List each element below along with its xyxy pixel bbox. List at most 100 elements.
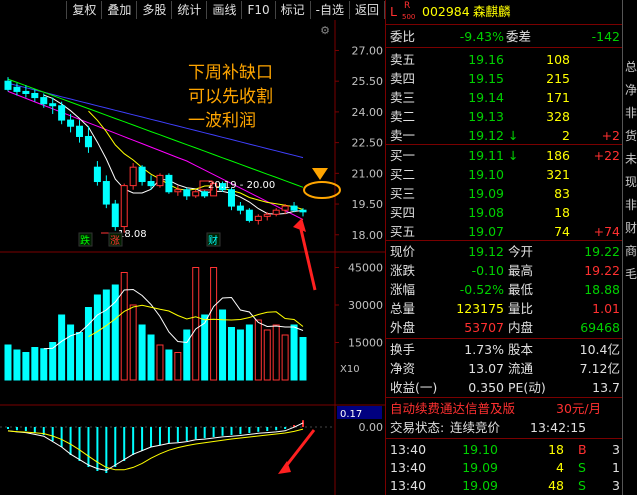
vol-axis-label: 15000 xyxy=(348,337,383,350)
toolbar-button-1[interactable]: 叠加 xyxy=(102,1,138,19)
header-l-flag: L xyxy=(390,4,397,19)
ask-change: +2 xyxy=(601,128,620,143)
stat-value: 19.22 xyxy=(584,263,620,278)
volume-bar xyxy=(76,332,84,381)
toolbar-button-4[interactable]: 画线 xyxy=(207,1,243,19)
stat-value: 1.01 xyxy=(592,301,620,316)
tick-price: 19.09 xyxy=(462,460,498,475)
tick-volume: 18 xyxy=(548,442,564,457)
toolbar-button-0[interactable]: 复权 xyxy=(67,1,103,19)
stat-label: 涨幅 xyxy=(390,282,416,297)
candle-body xyxy=(254,215,262,221)
stat-label: 外盘 xyxy=(390,320,416,335)
tick-side: S xyxy=(578,460,586,475)
volume-bar xyxy=(272,324,280,381)
stat2-label: 净资 xyxy=(390,361,416,376)
tick-row: 13:40 19.09 48 S 3 xyxy=(386,476,623,495)
toolbar-button-5[interactable]: F10 xyxy=(242,1,276,19)
panel-divider xyxy=(386,240,623,241)
stat2-row: 换手 1.73% 股本 10.4亿 xyxy=(386,340,623,359)
panel-divider xyxy=(386,338,623,339)
stock-name: 森麒麟 xyxy=(473,4,511,19)
stat-label: 最高 xyxy=(508,263,534,278)
bid-row: 买一 19.11 186 +22 ↓ xyxy=(386,146,623,165)
side-char: 非 xyxy=(625,106,637,120)
stat2-value: 0.350 xyxy=(468,380,504,395)
ask-row: 卖四 19.15 215 xyxy=(386,69,623,88)
volume-bar xyxy=(40,348,48,381)
ask-volume: 171 xyxy=(546,90,570,105)
toolbar-button-8[interactable]: 返回 xyxy=(350,1,385,19)
volume-bar xyxy=(210,267,218,381)
candle-body xyxy=(120,185,128,228)
down-arrow-icon: ↓ xyxy=(508,128,519,143)
weibi-row: 委比 -9.43% 委差 -142 xyxy=(386,27,623,46)
promo-row[interactable]: 自动续费通达信普及版 30元/月 xyxy=(386,399,623,418)
tick-price: 19.10 xyxy=(462,442,498,457)
stat-row: 现价 19.12 今开 19.22 xyxy=(386,242,623,261)
volume-bar xyxy=(290,324,298,381)
bid-volume: 186 xyxy=(546,148,570,163)
side-info-strip: 总净非货未现非财商毛 xyxy=(622,0,637,495)
side-char: 未 xyxy=(625,152,637,166)
volume-bar xyxy=(245,324,253,381)
volume-bar xyxy=(219,309,227,381)
stat2-row: 净资 13.07 流通 7.12亿 xyxy=(386,359,623,378)
promo-price: 30元/月 xyxy=(556,401,602,416)
tick-volume: 4 xyxy=(556,460,564,475)
volume-bar xyxy=(67,324,75,381)
side-char: 非 xyxy=(625,198,637,212)
tick-time: 13:40 xyxy=(390,478,427,493)
trade-status-label: 交易状态: xyxy=(390,420,445,435)
volume-bar xyxy=(165,349,173,381)
chart-toolbar: 复权 叠加 多股 统计 画线 F10 标记 -自选 返回 xyxy=(0,0,385,20)
toolbar-button-3[interactable]: 统计 xyxy=(172,1,208,19)
volume-bar xyxy=(93,294,101,381)
tick-time: 13:40 xyxy=(390,442,427,457)
candle-body xyxy=(272,209,280,215)
ask-volume: 328 xyxy=(546,109,570,124)
down-arrow-icon: ↓ xyxy=(508,148,519,163)
stat-label: 最低 xyxy=(508,282,534,297)
ask-label: 卖一 xyxy=(390,128,416,143)
stat2-label: PE(动) xyxy=(508,380,546,395)
candle-body xyxy=(192,191,200,197)
stat-label: 内盘 xyxy=(508,320,534,335)
tick-side: B xyxy=(578,442,587,457)
event-mark-1: 涨 xyxy=(110,235,120,247)
trade-status-row: 交易状态: 连续竞价 13:42:15 xyxy=(386,418,623,437)
panel-divider xyxy=(386,47,623,48)
volume-bar xyxy=(299,337,307,381)
toolbar-button-7[interactable]: -自选 xyxy=(311,1,350,19)
volume-bar xyxy=(192,267,200,381)
candle-body xyxy=(281,205,289,211)
tick-count: 1 xyxy=(612,460,620,475)
stat-value: 19.22 xyxy=(584,244,620,259)
event-mark-0: 跌 xyxy=(80,234,90,247)
toolbar-button-2[interactable]: 多股 xyxy=(137,1,173,19)
stat-value: 18.88 xyxy=(584,282,620,297)
bid-label: 买三 xyxy=(390,186,416,201)
kline-chart[interactable]: 27.00 25.50 24.00 22.50 21.00 19.50 18.00 ⚙ 下周补缺… xyxy=(0,20,385,495)
candle-body xyxy=(138,166,146,183)
stat2-row: 收益(一) 0.350 PE(动) 13.7 xyxy=(386,378,623,397)
price-axis-label: 19.50 xyxy=(352,198,384,211)
volume-bar xyxy=(4,344,12,381)
ask-volume: 215 xyxy=(546,71,570,86)
volume-bar xyxy=(183,329,191,381)
panel-divider xyxy=(386,438,623,439)
volume-bar xyxy=(22,352,30,381)
toolbar-button-6[interactable]: 标记 xyxy=(276,1,311,19)
weicha-label: 委差 xyxy=(506,29,532,44)
candle-body xyxy=(174,189,182,193)
bid-row: 买四 19.08 18 xyxy=(386,203,623,222)
volume-bar xyxy=(174,352,182,381)
price-axis-label: 22.50 xyxy=(352,137,384,150)
bid-change: +74 xyxy=(593,224,620,239)
bid-label: 买二 xyxy=(390,167,416,182)
stat-value: -0.10 xyxy=(471,263,504,278)
bid-volume: 321 xyxy=(546,167,570,182)
price-axis-label: 27.00 xyxy=(352,44,384,57)
volume-bar xyxy=(263,329,271,381)
tick-volume: 48 xyxy=(548,478,564,493)
